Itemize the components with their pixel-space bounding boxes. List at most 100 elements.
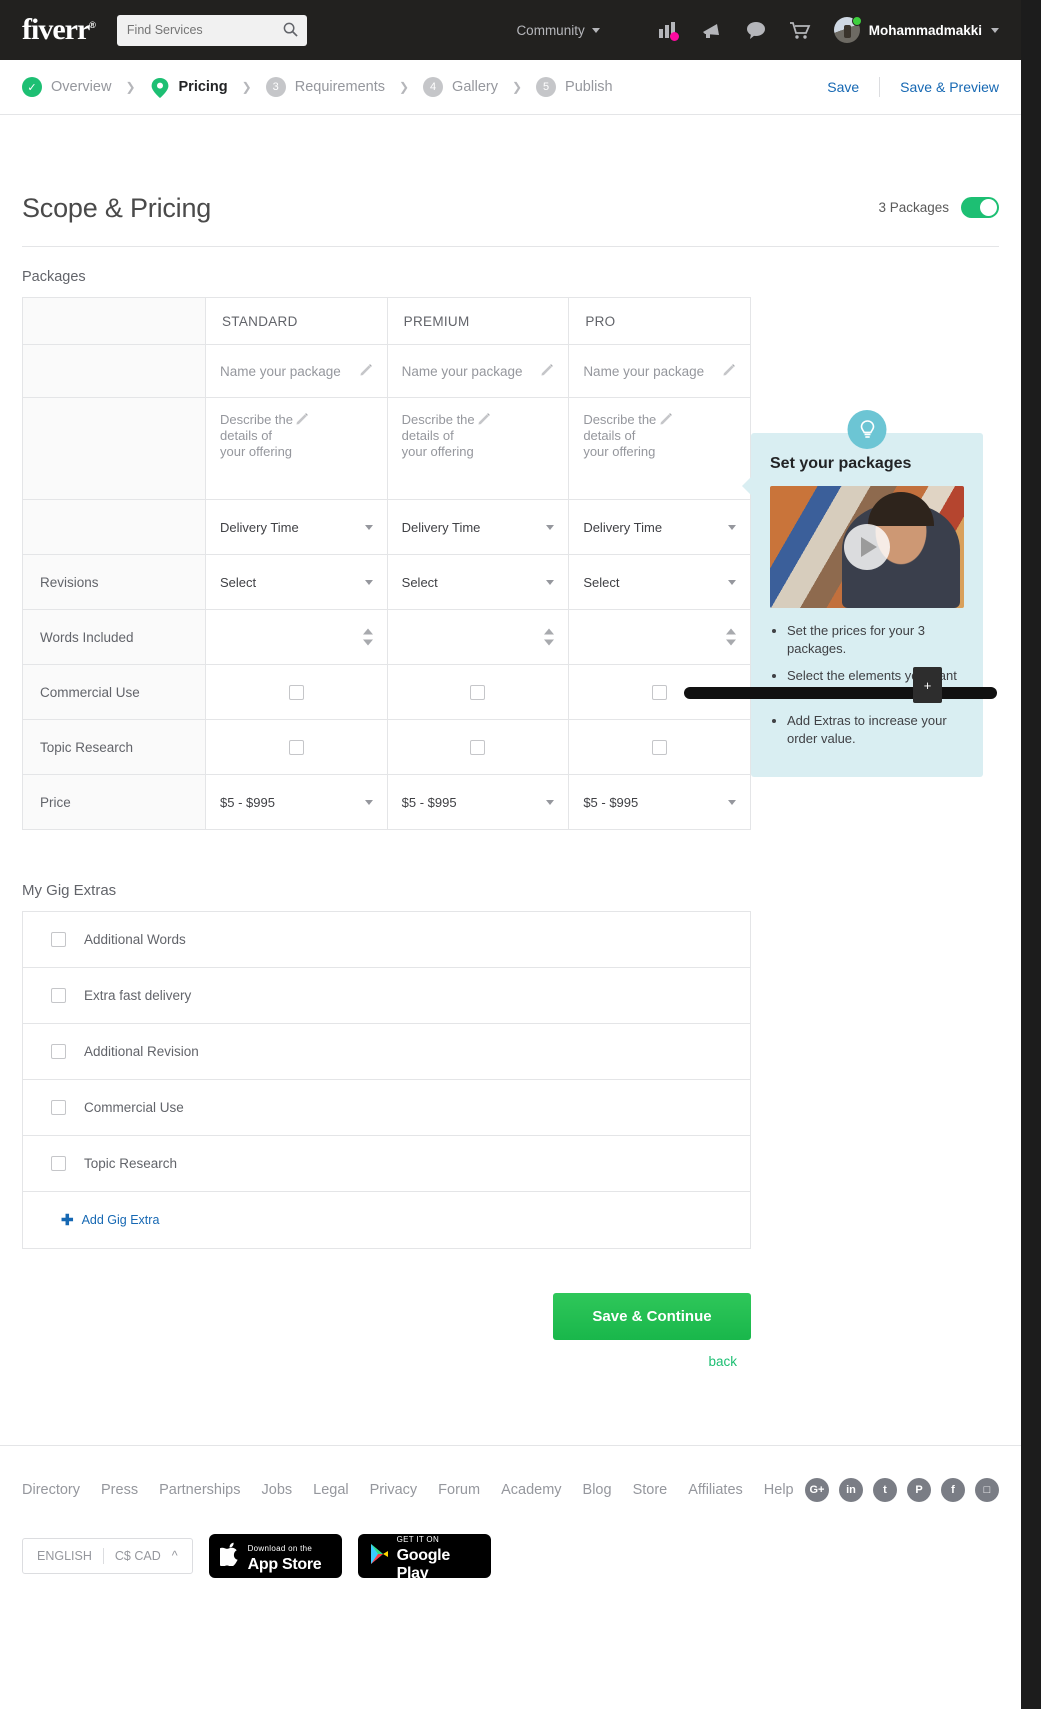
cart-icon[interactable] [778, 21, 822, 40]
delivery-time-select[interactable]: Delivery Time [388, 500, 569, 554]
topic-research-cell-standard[interactable] [205, 719, 388, 775]
commercial-use-checkbox[interactable] [652, 684, 668, 700]
footer-link-privacy[interactable]: Privacy [370, 1482, 418, 1498]
package-description-field[interactable]: Describe the details of your offering [388, 398, 569, 499]
extra-checkbox-extra-fast-delivery[interactable] [51, 988, 66, 1003]
help-video-thumbnail[interactable] [770, 486, 964, 608]
footer-link-academy[interactable]: Academy [501, 1482, 561, 1498]
footer-link-jobs[interactable]: Jobs [262, 1482, 293, 1498]
price-cell-pro[interactable]: $5 - $995 [568, 774, 751, 830]
footer-link-affiliates[interactable]: Affiliates [688, 1482, 743, 1498]
list-item[interactable]: Additional Revision [23, 1024, 750, 1080]
footer-link-legal[interactable]: Legal [313, 1482, 348, 1498]
add-gig-extra-row[interactable]: ✚ Add Gig Extra [23, 1192, 750, 1248]
footer-link-blog[interactable]: Blog [583, 1482, 612, 1498]
stepper-up-icon[interactable] [362, 628, 373, 635]
step-publish[interactable]: 5 Publish [536, 77, 613, 97]
checkbox-wrap[interactable] [206, 720, 387, 774]
username-label[interactable]: Mohammadmakki [869, 23, 982, 38]
words-cell-standard[interactable] [205, 609, 388, 665]
stepper-down-icon[interactable] [544, 639, 555, 646]
number-stepper[interactable] [726, 628, 736, 646]
delivery-time-select[interactable]: Delivery Time [206, 500, 387, 554]
words-cell-pro[interactable] [568, 609, 751, 665]
community-menu[interactable]: Community [516, 23, 600, 38]
extra-checkbox-topic-research[interactable] [51, 1156, 66, 1171]
save-and-preview-link[interactable]: Save & Preview [900, 79, 999, 95]
stepper-down-icon[interactable] [726, 639, 736, 646]
package-name-cell-standard[interactable]: Name your package [205, 344, 388, 398]
topic-research-checkbox[interactable] [652, 739, 668, 755]
footer-link-store[interactable]: Store [633, 1482, 668, 1498]
number-stepper[interactable] [362, 628, 373, 646]
extra-checkbox-commercial-use[interactable] [51, 1100, 66, 1115]
package-name-field[interactable]: Name your package [206, 345, 387, 397]
twitter-icon[interactable]: t [873, 1478, 897, 1502]
edit-pencil-icon[interactable] [296, 412, 372, 499]
step-gallery[interactable]: 4 Gallery [423, 77, 498, 97]
list-item[interactable]: Additional Words [23, 912, 750, 968]
avatar[interactable] [833, 16, 862, 43]
price-cell-premium[interactable]: $5 - $995 [386, 774, 570, 830]
footer-link-press[interactable]: Press [101, 1482, 138, 1498]
edit-pencil-icon[interactable] [660, 412, 736, 499]
pinterest-icon[interactable]: P [907, 1478, 931, 1502]
commercial-use-cell-standard[interactable] [205, 664, 388, 720]
package-description-field[interactable]: Describe the details of your offering [569, 398, 750, 499]
package-desc-cell-premium[interactable]: Describe the details of your offering [386, 397, 570, 500]
save-and-continue-button[interactable]: Save & Continue [553, 1293, 751, 1340]
stepper-down-icon[interactable] [362, 639, 373, 646]
commercial-use-checkbox[interactable] [470, 684, 486, 700]
stepper-up-icon[interactable] [544, 628, 555, 635]
price-select[interactable]: $5 - $995 [569, 775, 750, 829]
commercial-use-cell-premium[interactable] [386, 664, 570, 720]
linkedin-icon[interactable]: in [839, 1478, 863, 1502]
delivery-time-cell-pro[interactable]: Delivery Time [568, 499, 751, 555]
checkbox-wrap[interactable] [569, 720, 750, 774]
packages-toggle[interactable] [961, 197, 999, 218]
price-cell-standard[interactable]: $5 - $995 [205, 774, 388, 830]
checkbox-wrap[interactable] [388, 665, 569, 719]
words-stepper-standard[interactable] [206, 610, 387, 664]
delivery-time-cell-standard[interactable]: Delivery Time [205, 499, 388, 555]
google-play-badge[interactable]: GET IT ON Google Play [357, 1534, 491, 1582]
commercial-use-checkbox[interactable] [288, 684, 304, 700]
edit-pencil-icon[interactable] [360, 363, 373, 379]
analytics-icon[interactable] [646, 21, 690, 41]
number-stepper[interactable] [544, 628, 555, 646]
price-select[interactable]: $5 - $995 [388, 775, 569, 829]
back-link[interactable]: back [708, 1354, 737, 1369]
fiverr-logo[interactable]: fiverr® [22, 13, 96, 47]
revisions-select[interactable]: Select [388, 555, 569, 609]
instagram-icon[interactable]: □ [975, 1478, 999, 1502]
step-overview[interactable]: ✓ Overview [22, 77, 111, 97]
checkbox-wrap[interactable] [206, 665, 387, 719]
edit-pencil-icon[interactable] [478, 412, 554, 499]
package-description-field[interactable]: Describe the details of your offering [206, 398, 387, 499]
delivery-time-select[interactable]: Delivery Time [569, 500, 750, 554]
list-item[interactable]: Extra fast delivery [23, 968, 750, 1024]
app-store-badge[interactable]: Download on the App Store [208, 1534, 342, 1578]
step-requirements[interactable]: 3 Requirements [265, 77, 385, 97]
add-gig-extra-link[interactable]: ✚ Add Gig Extra [61, 1213, 159, 1228]
words-cell-premium[interactable] [386, 609, 570, 665]
search-box[interactable] [116, 14, 307, 46]
topic-research-checkbox[interactable] [470, 739, 486, 755]
facebook-icon[interactable]: f [941, 1478, 965, 1502]
package-name-cell-premium[interactable]: Name your package [386, 344, 570, 398]
revisions-cell-pro[interactable]: Select [568, 554, 751, 610]
words-stepper-premium[interactable] [388, 610, 569, 664]
edit-pencil-icon[interactable] [541, 363, 554, 379]
footer-link-partnerships[interactable]: Partnerships [159, 1482, 240, 1498]
language-currency-selector[interactable]: ENGLISH C$ CAD ^ [22, 1538, 193, 1574]
topic-research-checkbox[interactable] [288, 739, 304, 755]
package-name-cell-pro[interactable]: Name your package [568, 344, 751, 398]
extra-checkbox-additional-revision[interactable] [51, 1044, 66, 1059]
package-desc-cell-standard[interactable]: Describe the details of your offering [205, 397, 388, 500]
floating-zoom-toolbar[interactable]: + [684, 667, 997, 703]
revisions-select[interactable]: Select [569, 555, 750, 609]
extra-checkbox-additional-words[interactable] [51, 932, 66, 947]
package-desc-cell-pro[interactable]: Describe the details of your offering [568, 397, 751, 500]
stepper-up-icon[interactable] [726, 628, 736, 635]
chat-icon[interactable] [734, 21, 778, 39]
